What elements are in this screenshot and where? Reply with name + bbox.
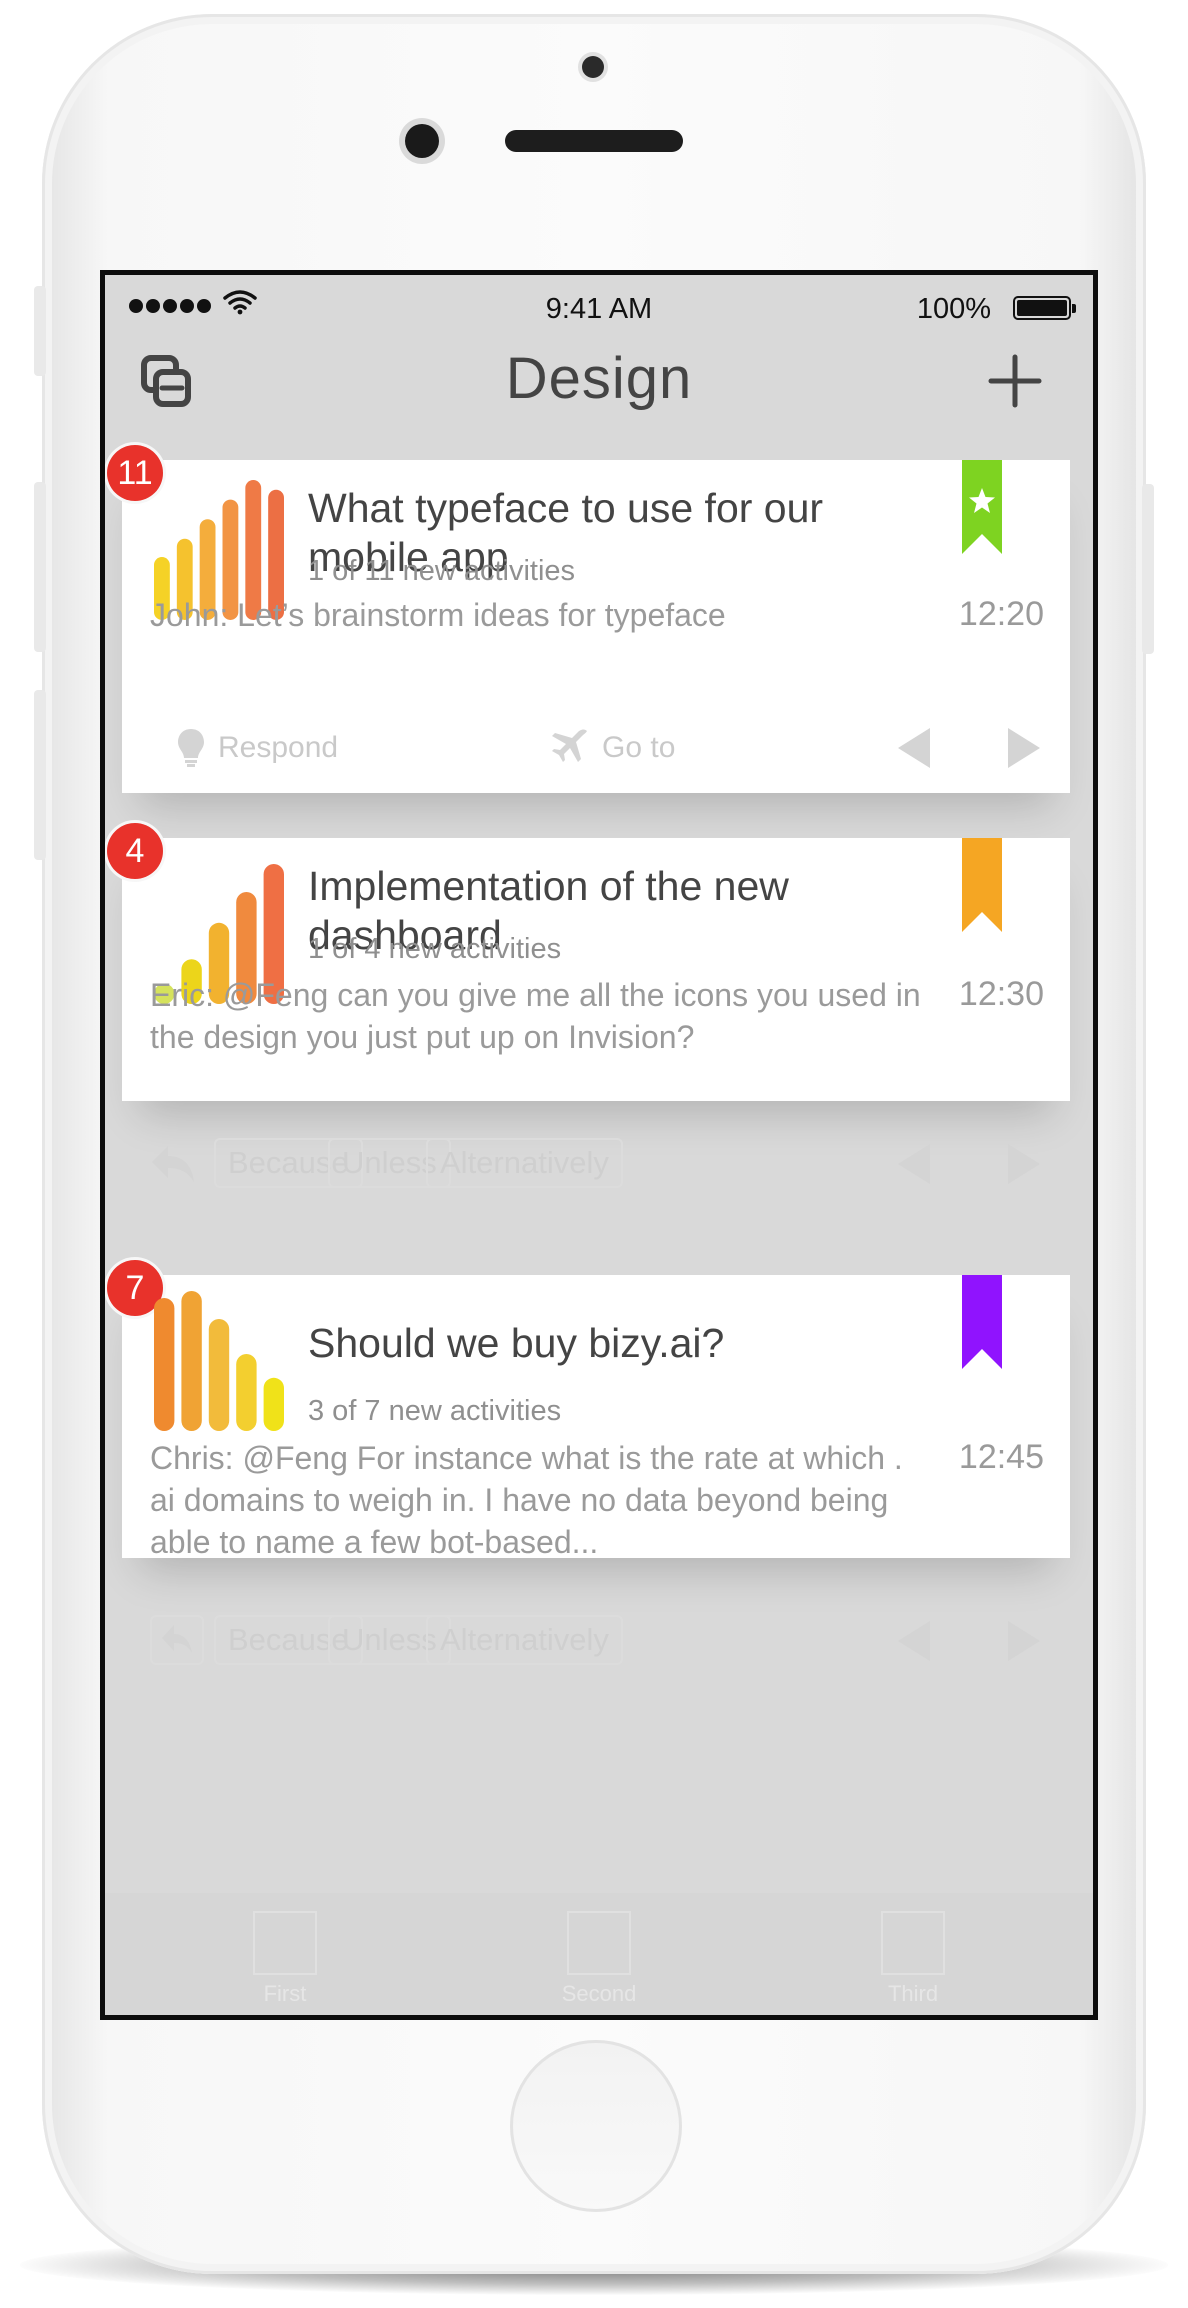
activity-bar	[208, 1319, 230, 1431]
bookmark-ribbon-icon[interactable]	[962, 460, 1002, 554]
tab-label: Third	[887, 1981, 939, 2006]
conversation-card[interactable]: 11 What typeface to use for our mobile a…	[107, 445, 1070, 793]
activity-bar	[154, 1298, 175, 1431]
reply-arrow-icon	[162, 1625, 192, 1653]
activity-bars-icon	[154, 1291, 284, 1431]
previous-arrow-icon[interactable]	[898, 1144, 930, 1184]
page-title: Design	[505, 346, 693, 411]
side-button-volume-down	[34, 690, 46, 860]
card-actions: Because Unless Alternatively	[150, 1138, 1050, 1190]
tab-second-icon	[567, 1911, 631, 1975]
tab-bar: First Second Third	[105, 1893, 1093, 2015]
activity-bar	[236, 1354, 257, 1431]
card-title: Should we buy bizy.ai?	[308, 1320, 725, 1366]
card-message: Eric: @Feng can you give me all the icon…	[150, 977, 921, 1055]
front-camera	[582, 56, 604, 78]
card-time: 12:30	[958, 975, 1044, 1013]
side-button-volume-up	[34, 482, 46, 652]
alternatively-chip[interactable]: Alternatively	[426, 1615, 623, 1665]
goto-button[interactable]: Go to	[550, 722, 675, 774]
nav-bar: Design	[105, 331, 1093, 431]
tab-first-icon	[253, 1911, 317, 1975]
lightbulb-icon	[178, 729, 204, 767]
tab-label: Second	[561, 1981, 637, 2006]
screen: 9:41 AM 100% Design 11 What typeface to …	[100, 270, 1098, 2020]
proximity-sensor	[405, 124, 439, 158]
previous-arrow-icon[interactable]	[898, 1621, 930, 1661]
activity-bar	[181, 1291, 202, 1431]
respond-button[interactable]: Respond	[176, 722, 338, 774]
reply-button[interactable]	[150, 1138, 208, 1190]
airplane-icon	[552, 729, 587, 762]
conversation-card[interactable]: 7 Should we buy bizy.ai? 3 of 7 new acti…	[107, 1260, 1070, 1665]
tab-third-icon	[881, 1911, 945, 1975]
battery-percent: 100%	[916, 293, 991, 325]
tab-label: First	[263, 1981, 307, 2006]
bookmark-ribbon-icon[interactable]	[962, 838, 1002, 932]
card-message: Chris: @Feng For instance what is the ra…	[150, 1440, 903, 1560]
tab-second[interactable]: Second	[559, 1911, 639, 2015]
card-actions: Because Unless Alternatively	[150, 1615, 1050, 1667]
card-time: 12:20	[958, 595, 1044, 633]
tab-third[interactable]: Third	[873, 1911, 953, 2015]
status-bar: 9:41 AM 100%	[105, 275, 1093, 331]
reply-button[interactable]	[150, 1615, 204, 1665]
home-button[interactable]	[510, 2040, 682, 2212]
side-button-mute	[34, 286, 46, 376]
reply-arrow-icon	[152, 1146, 194, 1182]
next-arrow-icon[interactable]	[1008, 1621, 1040, 1661]
card-subtitle: 1 of 4 new activities	[308, 933, 562, 965]
card-subtitle: 3 of 7 new activities	[308, 1395, 562, 1427]
activity-bar	[263, 1377, 284, 1431]
next-arrow-icon[interactable]	[1008, 728, 1040, 768]
bookmark-ribbon-icon[interactable]	[962, 1275, 1002, 1369]
plus-icon[interactable]	[985, 351, 1045, 411]
card-message: John: Let’s brainstorm ideas for typefac…	[150, 597, 726, 633]
card-time: 12:45	[958, 1438, 1044, 1476]
respond-label: Respond	[218, 731, 339, 764]
next-arrow-icon[interactable]	[1008, 1144, 1040, 1184]
previous-arrow-icon[interactable]	[898, 728, 930, 768]
battery-icon	[1013, 296, 1076, 320]
tab-first[interactable]: First	[245, 1911, 325, 2015]
earpiece-speaker	[505, 130, 683, 152]
card-actions: Respond Go to	[150, 722, 1050, 774]
card-subtitle: 1 of 11 new activities	[308, 555, 576, 587]
alternatively-chip[interactable]: Alternatively	[426, 1138, 623, 1188]
side-button-power	[1142, 484, 1154, 654]
conversation-card[interactable]: 4 Implementation of the new dashboard 1 …	[107, 823, 1070, 1188]
goto-label: Go to	[602, 731, 676, 764]
